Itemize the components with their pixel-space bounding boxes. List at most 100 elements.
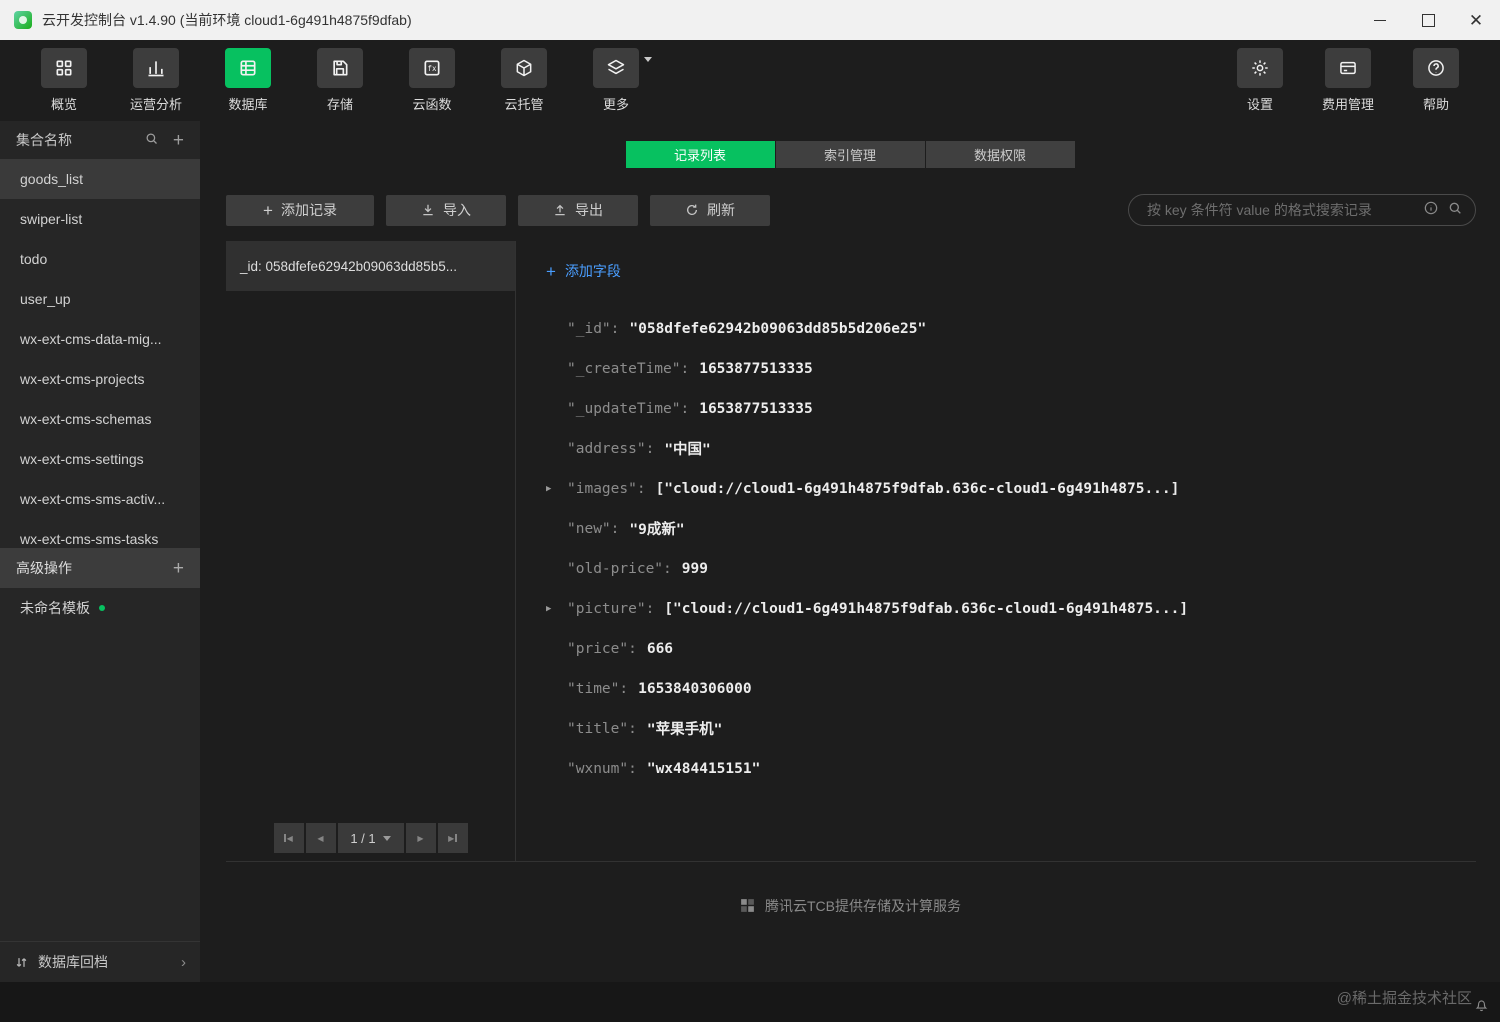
cube-icon (501, 48, 547, 88)
close-icon: ✕ (1468, 10, 1484, 30)
pagination: ◀ ◀ 1 / 1 ▶ ▶ (273, 823, 468, 853)
minimize-button[interactable] (1356, 0, 1404, 40)
database-icon (225, 48, 271, 88)
page-label: 1 / 1 (350, 830, 376, 846)
nav-label: 运营分析 (129, 97, 182, 112)
collection-item[interactable]: goods_list (0, 159, 200, 199)
add-template-icon[interactable]: + (173, 559, 184, 578)
nav-help[interactable]: 帮助 (1406, 48, 1466, 113)
add-field-button[interactable]: + 添加字段 (546, 261, 621, 281)
close-button[interactable]: ✕ (1452, 0, 1500, 40)
field-value[interactable]: 1653877513335 (699, 401, 813, 417)
window-title: 云开发控制台 v1.4.90 (当前环境 cloud1-6g491h4875f9… (42, 12, 412, 28)
expand-icon[interactable]: ▶ (546, 484, 567, 494)
refresh-icon (686, 204, 698, 216)
bell-icon[interactable] (1473, 996, 1490, 1018)
field-key: "images": (567, 480, 646, 497)
prev-page-button[interactable]: ◀ (305, 823, 336, 853)
page-indicator[interactable]: 1 / 1 (337, 823, 404, 853)
field-value[interactable]: "中国" (664, 438, 710, 459)
field-key: "_updateTime": (567, 400, 690, 417)
field-value[interactable]: 999 (682, 561, 708, 577)
add-field-label: 添加字段 (564, 263, 621, 279)
main-content: 记录列表 索引管理 数据权限 + 添加记录 导入 导出 刷新 按 key 条件符… (200, 121, 1500, 982)
field-key: "address": (567, 440, 655, 457)
billing-icon (1325, 48, 1371, 88)
chevron-down-icon[interactable] (644, 57, 652, 62)
field-value[interactable]: "wx484415151" (647, 761, 761, 777)
database-rollback-button[interactable]: 数据库回档 › (0, 941, 200, 982)
expand-icon[interactable]: ▶ (546, 604, 567, 614)
field-value[interactable]: 1653877513335 (699, 361, 813, 377)
nav-more[interactable]: 更多 (586, 48, 652, 113)
nav-overview[interactable]: 概览 (34, 48, 94, 113)
field-value[interactable]: "058dfefe62942b09063dd85b5d206e25" (629, 321, 926, 337)
collection-item[interactable]: wx-ext-cms-settings (0, 439, 200, 479)
field-row: "_createTime": 1653877513335 (546, 349, 1476, 389)
search-icon[interactable] (1447, 200, 1463, 221)
status-dot (99, 605, 105, 611)
refresh-button[interactable]: 刷新 (650, 194, 770, 226)
search-input[interactable] (1145, 201, 1423, 219)
collection-item[interactable]: wx-ext-cms-data-mig... (0, 319, 200, 359)
import-button[interactable]: 导入 (386, 194, 506, 226)
nav-settings[interactable]: 设置 (1230, 48, 1290, 113)
plus-icon: + (263, 200, 273, 220)
add-collection-icon[interactable]: + (173, 131, 184, 150)
nav-cloud-hosting[interactable]: 云托管 (494, 48, 554, 113)
collection-item[interactable]: wx-ext-cms-sms-activ... (0, 479, 200, 519)
maximize-button[interactable] (1404, 0, 1452, 40)
app-window: 云开发控制台 v1.4.90 (当前环境 cloud1-6g491h4875f9… (0, 0, 1500, 1022)
footer: 腾讯云TCB提供存储及计算服务 (200, 862, 1500, 982)
record-list-panel: _id: 058dfefe62942b09063dd85b5... ◀ ◀ 1 … (226, 241, 516, 861)
nav-storage[interactable]: 存储 (310, 48, 370, 113)
record-search-box (1128, 194, 1476, 226)
function-icon: fx (409, 48, 455, 88)
field-value[interactable]: 1653840306000 (638, 681, 752, 697)
next-page-button[interactable]: ▶ (405, 823, 436, 853)
field-value[interactable]: ["cloud://cloud1-6g491h4875f9dfab.636c-c… (664, 601, 1188, 617)
last-page-button[interactable]: ▶ (437, 823, 468, 853)
app-body: 集合名称 + goods_list swiper-list todo user_… (0, 121, 1500, 982)
field-value[interactable]: "苹果手机" (647, 718, 722, 739)
search-icon[interactable] (144, 131, 159, 149)
record-list-item[interactable]: _id: 058dfefe62942b09063dd85b5... (226, 241, 515, 291)
field-value[interactable]: ["cloud://cloud1-6g491h4875f9dfab.636c-c… (656, 481, 1180, 497)
collection-item[interactable]: user_up (0, 279, 200, 319)
collection-header: 集合名称 + (0, 121, 200, 159)
export-button[interactable]: 导出 (518, 194, 638, 226)
add-record-button[interactable]: + 添加记录 (226, 194, 374, 226)
refresh-label: 刷新 (707, 202, 735, 218)
field-row: "time": 1653840306000 (546, 669, 1476, 709)
nav-label: 概览 (50, 97, 77, 112)
nav-billing[interactable]: 费用管理 (1318, 48, 1378, 113)
tab-index-management[interactable]: 索引管理 (775, 141, 925, 168)
field-key: "price": (567, 640, 637, 657)
nav-cloud-function[interactable]: fx 云函数 (402, 48, 462, 113)
nav-analytics[interactable]: 运营分析 (126, 48, 186, 113)
gear-icon (1237, 48, 1283, 88)
nav-database[interactable]: 数据库 (218, 48, 278, 113)
info-icon[interactable] (1423, 200, 1439, 221)
footer-text: 腾讯云TCB提供存储及计算服务 (765, 898, 961, 914)
field-value[interactable]: 666 (647, 641, 673, 657)
first-page-button[interactable]: ◀ (273, 823, 304, 853)
tab-record-list[interactable]: 记录列表 (625, 141, 775, 168)
field-row: ▶ "picture": ["cloud://cloud1-6g491h4875f9… (546, 589, 1476, 629)
field-value[interactable]: "9成新" (629, 518, 684, 539)
tcb-logo-icon (741, 899, 754, 912)
collection-item[interactable]: wx-ext-cms-sms-tasks (0, 519, 200, 548)
collection-item[interactable]: wx-ext-cms-projects (0, 359, 200, 399)
collection-item[interactable]: wx-ext-cms-schemas (0, 399, 200, 439)
field-key: "_createTime": (567, 360, 690, 377)
template-item[interactable]: 未命名模板 (0, 588, 200, 628)
collection-item[interactable]: swiper-list (0, 199, 200, 239)
grid-icon (41, 48, 87, 88)
watermark-text: @稀土掘金技术社区 (1336, 990, 1472, 1007)
help-icon (1413, 48, 1459, 88)
tab-data-permissions[interactable]: 数据权限 (925, 141, 1075, 168)
svg-text:fx: fx (427, 64, 437, 73)
tab-bar: 记录列表 索引管理 数据权限 (200, 141, 1500, 168)
collection-item[interactable]: todo (0, 239, 200, 279)
